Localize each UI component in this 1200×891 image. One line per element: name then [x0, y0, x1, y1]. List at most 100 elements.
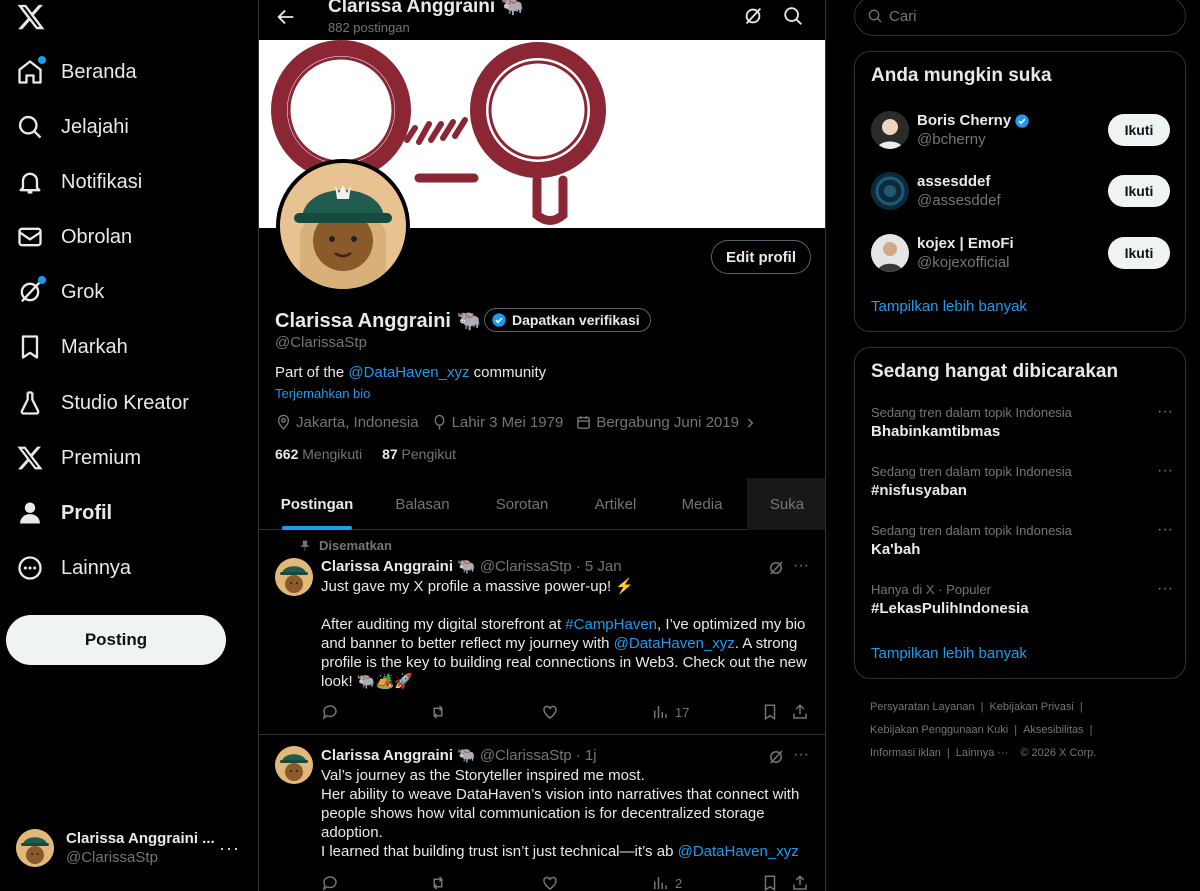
views-button[interactable]: 17: [651, 703, 689, 721]
share-button[interactable]: [791, 874, 815, 891]
nav-more[interactable]: Lainnya: [16, 548, 131, 588]
follow-button[interactable]: Ikuti: [1108, 114, 1170, 146]
nav-creator-studio[interactable]: Studio Kreator: [16, 383, 189, 423]
who-to-follow-panel: Anda mungkin suka Boris Cherny @bcherny …: [854, 51, 1186, 332]
tab-articles[interactable]: Artikel: [574, 478, 657, 530]
nav-notifications[interactable]: Notifikasi: [16, 162, 142, 202]
following-link[interactable]: 662 Mengikuti: [275, 446, 362, 462]
like-button[interactable]: [541, 703, 565, 721]
share-icon: [793, 875, 807, 890]
user-handle: @assesddef: [917, 192, 1001, 209]
mention-link[interactable]: @DataHaven_xyz: [678, 843, 799, 860]
join-date[interactable]: Bergabung Juni 2019: [575, 414, 761, 431]
profile-header-bar: Clarissa Anggraini 🐃 882 postingan: [259, 0, 825, 40]
post-time[interactable]: · 1j: [576, 747, 597, 764]
post-text: Val’s journey as the Storyteller inspire…: [321, 766, 811, 861]
post-line: look! 🐃🏕️🚀: [321, 673, 413, 690]
tab-media[interactable]: Media: [657, 478, 747, 530]
reply-button[interactable]: [321, 874, 345, 891]
more-dots-icon[interactable]: ···: [219, 838, 240, 859]
repost-button[interactable]: [429, 874, 453, 891]
footer-link[interactable]: Kebijakan Penggunaan Kuki: [870, 724, 1008, 736]
bookmark-button[interactable]: [761, 874, 785, 891]
nav-bookmarks[interactable]: Markah: [16, 327, 128, 367]
more-dots-icon[interactable]: ···: [1157, 462, 1173, 480]
bookmark-button[interactable]: [761, 703, 785, 721]
tab-highlights[interactable]: Sorotan: [470, 478, 574, 530]
search-icon[interactable]: [782, 5, 804, 27]
post-button[interactable]: Posting: [6, 615, 226, 665]
footer-link[interactable]: Kebijakan Privasi: [989, 701, 1073, 713]
reply-button[interactable]: [321, 703, 345, 721]
user-name: assesddef: [917, 173, 991, 190]
account-switcher[interactable]: Clarissa Anggraini ... @ClarissaStp ···: [16, 826, 246, 870]
nav-label: Lainnya: [61, 556, 132, 579]
trend-item[interactable]: Sedang tren dalam topik Indonesia #nisfu…: [871, 462, 1173, 499]
trend-item[interactable]: Sedang tren dalam topik Indonesia Ka'bah…: [871, 521, 1173, 558]
reply-icon: [322, 876, 337, 891]
nav-grok[interactable]: Grok: [16, 272, 104, 312]
followers-count: 87: [382, 446, 398, 462]
footer-link[interactable]: Lainnya ···: [956, 747, 1009, 759]
get-verified-button[interactable]: Dapatkan verifikasi: [484, 308, 651, 332]
post-author-handle[interactable]: @ClarissaStp: [480, 558, 572, 575]
post-author-handle[interactable]: @ClarissaStp: [480, 747, 572, 764]
post-author-name[interactable]: Clarissa Anggraini 🐃: [321, 557, 476, 575]
tab-posts[interactable]: Postingan: [259, 478, 375, 530]
more-dots-icon[interactable]: ···: [1157, 580, 1173, 598]
post-author-name[interactable]: Clarissa Anggraini 🐃: [321, 746, 476, 764]
more-dots-icon[interactable]: ···: [1157, 521, 1173, 539]
profile-avatar[interactable]: [276, 159, 410, 293]
like-button[interactable]: [541, 874, 565, 891]
bio-text: Part of the: [275, 364, 349, 381]
post[interactable]: Disematkan Clarissa Anggraini 🐃 @Clariss…: [259, 530, 825, 735]
more-dots-icon[interactable]: ···: [793, 746, 809, 764]
show-more-link[interactable]: Tampilkan lebih banyak: [871, 298, 1027, 315]
follow-button[interactable]: Ikuti: [1108, 175, 1170, 207]
trend-item[interactable]: Sedang tren dalam topik Indonesia Bhabin…: [871, 403, 1173, 440]
avatar[interactable]: [275, 746, 313, 784]
post[interactable]: Clarissa Anggraini 🐃 @ClarissaStp · 1j ·…: [259, 736, 825, 891]
tab-likes[interactable]: Suka: [747, 478, 825, 530]
nav-explore[interactable]: Jelajahi: [16, 107, 129, 147]
avatar: [16, 829, 54, 867]
more-dots-icon[interactable]: ···: [1157, 403, 1173, 421]
search-box[interactable]: [854, 0, 1186, 36]
post-header: Clarissa Anggraini 🐃 @ClarissaStp · 1j: [321, 746, 597, 765]
share-button[interactable]: [791, 703, 815, 721]
grok-icon[interactable]: [742, 5, 764, 27]
bell-icon: [16, 168, 44, 196]
nav-messages[interactable]: Obrolan: [16, 217, 132, 257]
post-time[interactable]: · 5 Jan: [576, 558, 622, 575]
x-logo-icon[interactable]: [16, 2, 46, 32]
footer-link[interactable]: Persyaratan Layanan: [870, 701, 975, 713]
translate-bio-link[interactable]: Terjemahkan bio: [275, 386, 370, 401]
nav-home[interactable]: Beranda: [16, 52, 137, 92]
grok-icon[interactable]: [767, 559, 785, 577]
bio-mention-link[interactable]: @DataHaven_xyz: [348, 364, 469, 381]
grok-icon[interactable]: [767, 748, 785, 766]
edit-profile-button[interactable]: Edit profil: [711, 240, 811, 274]
trend-context: Sedang tren dalam topik Indonesia: [871, 405, 1072, 420]
footer-link[interactable]: Aksesibilitas: [1023, 724, 1084, 736]
repost-button[interactable]: [429, 703, 453, 721]
nav-profile[interactable]: Profil: [16, 493, 112, 533]
trend-item[interactable]: Hanya di X · Populer #LekasPulihIndonesi…: [871, 580, 1173, 617]
search-input[interactable]: [889, 7, 1169, 25]
views-button[interactable]: 2: [651, 874, 682, 891]
show-more-link[interactable]: Tampilkan lebih banyak: [871, 645, 1027, 662]
post-text-fragment: , I’ve optimized my bio: [657, 616, 806, 633]
follow-button[interactable]: Ikuti: [1108, 237, 1170, 269]
hashtag-link[interactable]: #CampHaven: [565, 616, 657, 633]
footer-link[interactable]: Informasi iklan: [870, 747, 941, 759]
nav-premium[interactable]: Premium: [16, 438, 141, 478]
back-arrow-icon[interactable]: [275, 6, 297, 28]
mention-link[interactable]: @DataHaven_xyz: [614, 635, 735, 652]
nav-label: Studio Kreator: [61, 391, 189, 414]
followers-link[interactable]: 87 Pengikut: [382, 446, 456, 462]
post-text-fragment: and banner to better reflect my journey …: [321, 635, 614, 652]
calendar-icon: [577, 416, 591, 429]
more-dots-icon[interactable]: ···: [793, 557, 809, 575]
tab-replies[interactable]: Balasan: [375, 478, 470, 530]
avatar[interactable]: [275, 558, 313, 596]
